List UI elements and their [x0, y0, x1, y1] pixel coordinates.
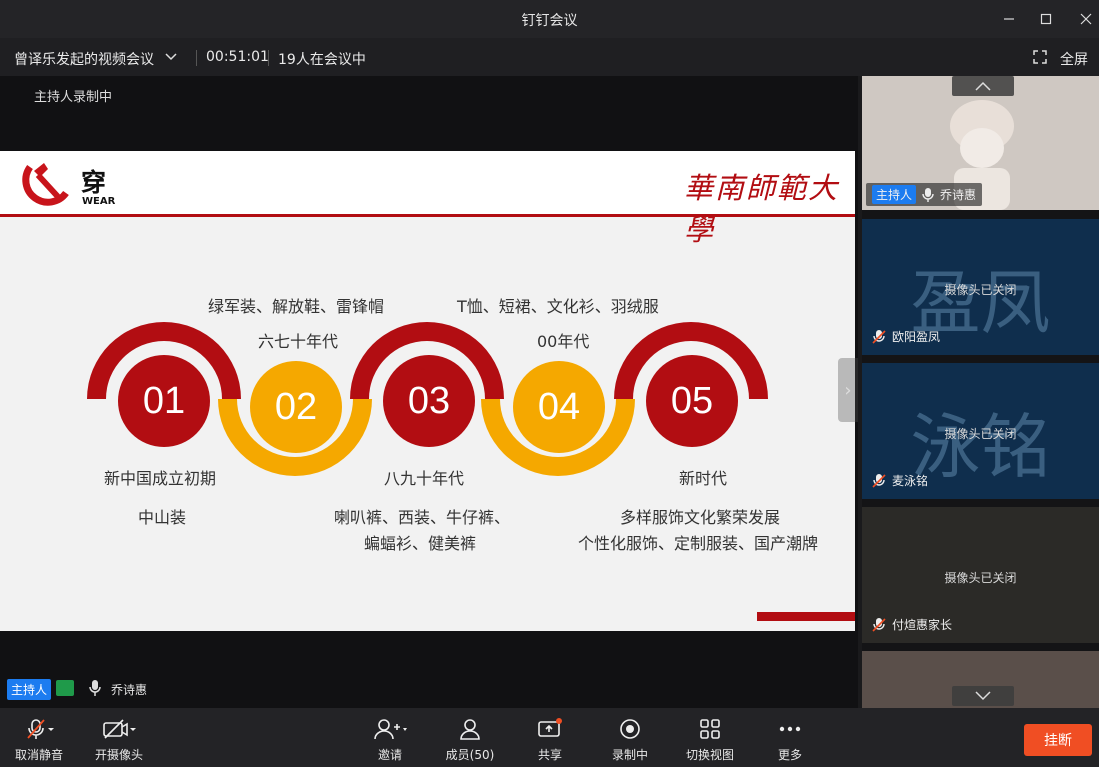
- invite-button[interactable]: 邀请: [355, 708, 425, 767]
- participant-name: 欧阳盈凤: [892, 330, 941, 344]
- clothes-02: 绿军装、解放鞋、雷锋帽: [208, 297, 385, 316]
- microphone-muted-icon: [872, 473, 886, 488]
- hangup-button[interactable]: 挂断: [1024, 724, 1092, 756]
- more-icon: [779, 726, 801, 732]
- recording-notice: 主持人录制中: [34, 90, 113, 105]
- fullscreen-button[interactable]: 全屏: [1060, 49, 1088, 69]
- clothes-01: 中山装: [138, 508, 187, 527]
- host-badge: 主持人: [7, 679, 52, 700]
- participant-tag: 麦泳铭: [872, 472, 928, 489]
- timeline-node-05: 05: [646, 355, 738, 447]
- share-screen-icon: [538, 718, 562, 737]
- grid-view-icon: [700, 719, 720, 739]
- chevron-down-icon: [975, 691, 991, 701]
- era-01: 新中国成立初期: [104, 469, 217, 488]
- timeline-node-02: 02: [250, 361, 342, 453]
- era-04: 00年代: [537, 332, 590, 351]
- participant-tag: 主持人 乔诗惠: [866, 183, 983, 206]
- clothes-03-line2: 蝙蝠衫、健美裤: [364, 534, 477, 553]
- scroll-up-button[interactable]: [952, 76, 1014, 96]
- microphone-icon: [922, 187, 934, 202]
- next-page-button[interactable]: ›: [838, 358, 858, 422]
- slide-accent-bar: [757, 612, 855, 621]
- divider: [268, 50, 269, 66]
- switch-view-button[interactable]: 切换视图: [675, 708, 745, 767]
- camera-button[interactable]: 开摄像头: [84, 708, 154, 767]
- meeting-name[interactable]: 曾译乐发起的视频会议: [14, 49, 154, 69]
- camera-off-status: 摄像头已关闭: [944, 283, 1017, 297]
- maximize-icon: [1040, 13, 1052, 25]
- era-03: 八九十年代: [384, 469, 465, 488]
- timeline-node-01: 01: [118, 355, 210, 447]
- microphone-icon: [88, 679, 102, 701]
- participant-tag: 欧阳盈凤: [872, 328, 940, 345]
- scroll-down-button[interactable]: [952, 686, 1014, 706]
- microphone-muted-icon: [872, 617, 886, 632]
- participant-tile-host[interactable]: 主持人 乔诗惠: [862, 76, 1099, 210]
- shared-screen-stage: 主持人录制中 穿 WEAR 華南師範大學 01 02 03 04 05 绿军装、…: [0, 76, 858, 708]
- more-button[interactable]: 更多: [755, 708, 825, 767]
- participant-tile-2[interactable]: 盈凤 摄像头已关闭 欧阳盈凤: [862, 219, 1099, 355]
- microphone-muted-icon: [872, 329, 886, 344]
- record-icon: [620, 719, 640, 739]
- microphone-muted-icon: [27, 719, 54, 739]
- window-title: 钉钉会议: [521, 13, 578, 29]
- host-badge: 主持人: [872, 185, 917, 204]
- title-bar: 钉钉会议: [0, 0, 1099, 38]
- presenter-name: 乔诗惠: [111, 683, 148, 697]
- timeline-node-03: 03: [383, 355, 475, 447]
- participant-name: 麦泳铭: [892, 474, 929, 488]
- chevron-right-icon: ›: [844, 379, 852, 401]
- camera-off-status: 摄像头已关闭: [944, 571, 1017, 585]
- participant-name: 乔诗惠: [940, 188, 977, 202]
- participant-tile-4[interactable]: 摄像头已关闭 付煊惠家长: [862, 507, 1099, 643]
- participant-count: 19人在会议中: [278, 52, 366, 68]
- divider: [196, 50, 197, 66]
- add-user-icon: [374, 719, 407, 740]
- timeline-node-04: 04: [513, 361, 605, 453]
- share-button[interactable]: 共享: [515, 708, 585, 767]
- presentation-slide: 穿 WEAR 華南師範大學 01 02 03 04 05 绿军装、解放鞋、雷锋帽…: [0, 151, 855, 631]
- participant-name: 付煊惠家长: [892, 618, 953, 632]
- members-icon: [460, 719, 480, 740]
- members-button[interactable]: 成员(50): [435, 708, 505, 767]
- fullscreen-icon[interactable]: [1033, 50, 1047, 68]
- clothes-04: T恤、短裙、文化衫、羽绒服: [457, 297, 659, 316]
- camera-off-icon: [103, 719, 136, 739]
- minimize-button[interactable]: [998, 8, 1020, 30]
- era-05: 新时代: [679, 469, 728, 488]
- meeting-toolbar: 取消静音 开摄像头 邀请 成员(50) 共享 录制中 切换视图 更多 挂断: [0, 708, 1099, 767]
- camera-off-status: 摄像头已关闭: [944, 427, 1017, 441]
- chevron-up-icon: [975, 81, 991, 91]
- meeting-info-bar: 曾译乐发起的视频会议 00:51:01 19人在会议中 全屏: [0, 38, 1099, 76]
- participant-tag: 付煊惠家长: [872, 616, 952, 633]
- clothes-03-line1: 喇叭裤、西装、牛仔裤、: [334, 508, 511, 527]
- maximize-button[interactable]: [1035, 8, 1057, 30]
- participant-panel: 主持人 乔诗惠 盈凤 摄像头已关闭 欧阳盈凤 泳铭 摄像头已关闭 麦泳铭 摄像头…: [862, 76, 1099, 708]
- minimize-icon: [1004, 18, 1014, 20]
- close-icon: [1080, 13, 1092, 25]
- screen-share-icon: [56, 680, 74, 696]
- recording-button[interactable]: 录制中: [595, 708, 665, 767]
- meeting-duration: 00:51:01: [206, 49, 269, 65]
- era-02: 六七十年代: [258, 332, 339, 351]
- clothes-05-line2: 个性化服饰、定制服装、国产潮牌: [578, 534, 819, 553]
- participant-tile-3[interactable]: 泳铭 摄像头已关闭 麦泳铭: [862, 363, 1099, 499]
- chevron-down-icon[interactable]: [164, 50, 178, 68]
- clothes-05-line1: 多样服饰文化繁荣发展: [620, 508, 781, 527]
- unmute-button[interactable]: 取消静音: [4, 708, 74, 767]
- close-button[interactable]: [1075, 8, 1097, 30]
